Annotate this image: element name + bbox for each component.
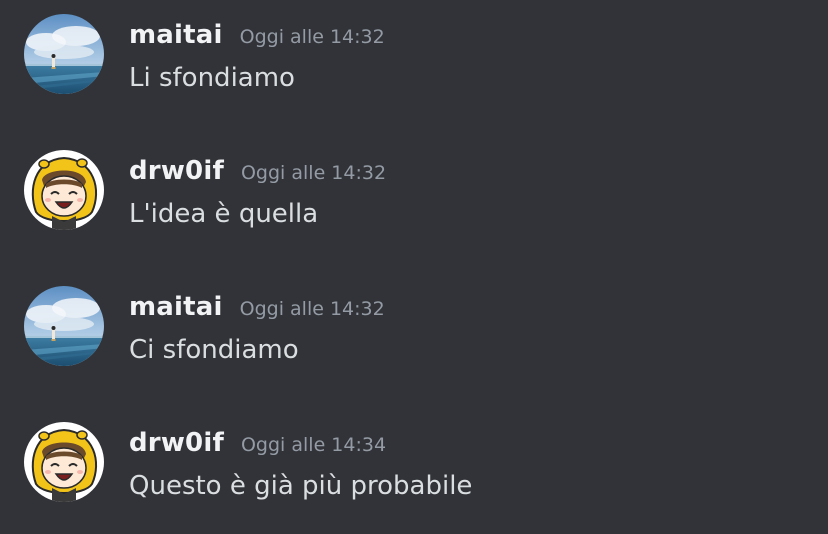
message-header: maitai Oggi alle 14:32 xyxy=(129,292,385,322)
message-text: Li sfondiamo xyxy=(129,63,295,93)
yellow-hood-character-avatar-icon xyxy=(24,422,104,502)
username[interactable]: maitai xyxy=(129,292,223,322)
message-item: drw0if Oggi alle 14:32 L'idea è quella xyxy=(0,136,828,246)
user-avatar-maitai[interactable] xyxy=(24,14,104,94)
chat-message-list: maitai Oggi alle 14:32 Li sfondiamo drw0… xyxy=(0,0,828,534)
message-item: drw0if Oggi alle 14:34 Questo è già più … xyxy=(0,408,828,518)
message-text: Questo è già più probabile xyxy=(129,471,473,501)
username[interactable]: maitai xyxy=(129,20,223,50)
yellow-hood-character-avatar-icon xyxy=(24,150,104,230)
anime-sky-ocean-avatar-icon xyxy=(24,286,104,366)
message-text: L'idea è quella xyxy=(129,199,319,229)
user-avatar-drw0if[interactable] xyxy=(24,150,104,230)
message-header: maitai Oggi alle 14:32 xyxy=(129,20,385,50)
message-item: maitai Oggi alle 14:32 Ci sfondiamo xyxy=(0,272,828,382)
anime-sky-ocean-avatar-icon xyxy=(24,14,104,94)
user-avatar-maitai[interactable] xyxy=(24,286,104,366)
message-header: drw0if Oggi alle 14:32 xyxy=(129,156,386,186)
timestamp[interactable]: Oggi alle 14:34 xyxy=(241,434,386,456)
timestamp[interactable]: Oggi alle 14:32 xyxy=(240,26,385,48)
user-avatar-drw0if[interactable] xyxy=(24,422,104,502)
username[interactable]: drw0if xyxy=(129,156,224,186)
message-header: drw0if Oggi alle 14:34 xyxy=(129,428,386,458)
message-item: maitai Oggi alle 14:32 Li sfondiamo xyxy=(0,0,828,110)
username[interactable]: drw0if xyxy=(129,428,224,458)
message-text: Ci sfondiamo xyxy=(129,335,299,365)
timestamp[interactable]: Oggi alle 14:32 xyxy=(240,298,385,320)
timestamp[interactable]: Oggi alle 14:32 xyxy=(241,162,386,184)
